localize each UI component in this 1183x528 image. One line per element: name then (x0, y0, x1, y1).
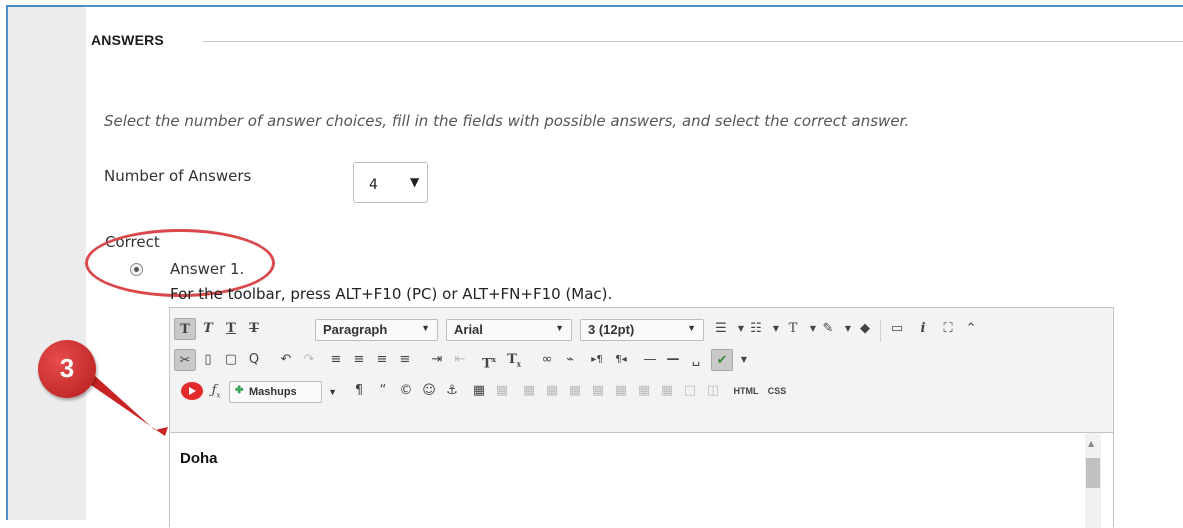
annotation-arrow (88, 375, 168, 436)
arrow-shape (88, 375, 168, 436)
step-badge: 3 (38, 340, 96, 398)
